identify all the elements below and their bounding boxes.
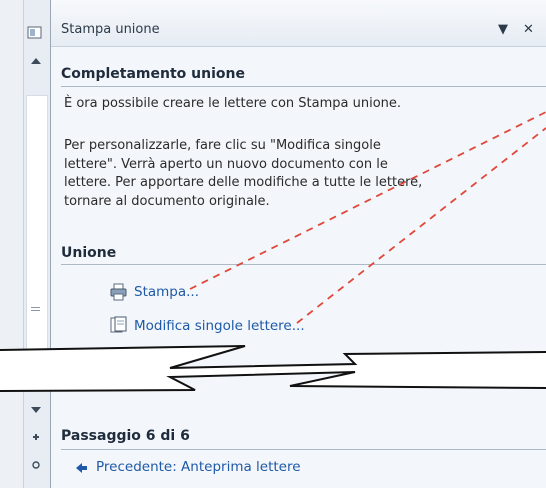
- completion-paragraph-line: tornare al documento originale.: [64, 193, 270, 209]
- completion-line1: È ora possibile creare le lettere con St…: [64, 96, 402, 111]
- previous-step-link[interactable]: Precedente: Anteprima lettere: [96, 459, 301, 475]
- pane-title: Stampa unione: [61, 22, 160, 37]
- completion-paragraph-line: Per personalizzarle, fare clic su "Modif…: [64, 138, 381, 153]
- printer-icon[interactable]: [109, 283, 129, 305]
- ruler-plus-icon[interactable]: [31, 432, 41, 444]
- mail-merge-task-pane: Stampa unione ▼ ✕ Completamento unione È…: [50, 0, 546, 488]
- step-divider: [61, 449, 546, 450]
- ruler-margin-area: [26, 95, 48, 357]
- merge-heading: Unione: [61, 245, 117, 261]
- completion-divider: [61, 86, 546, 87]
- ruler-circle-icon[interactable]: [31, 460, 41, 472]
- pane-title-bar: Stampa unione ▼ ✕: [51, 0, 546, 47]
- pane-close-button[interactable]: ✕: [523, 22, 534, 37]
- merge-divider: [61, 264, 546, 265]
- ruler-up-arrow-icon[interactable]: [30, 55, 42, 67]
- image-break-marker: [0, 328, 546, 408]
- vertical-ruler: [0, 0, 52, 488]
- completion-paragraph-line: lettere. Per apportare delle modifiche a…: [64, 175, 423, 190]
- taskpane-icon[interactable]: [27, 26, 43, 42]
- ruler-marker-icon: [30, 305, 42, 316]
- pane-options-dropdown[interactable]: ▼: [498, 22, 508, 37]
- print-link[interactable]: Stampa...: [134, 284, 199, 300]
- arrow-left-icon[interactable]: [75, 459, 89, 478]
- completion-heading: Completamento unione: [61, 66, 245, 82]
- completion-paragraph-line: lettere". Verrà aperto un nuovo document…: [64, 156, 388, 172]
- step-heading: Passaggio 6 di 6: [61, 428, 190, 444]
- completion-paragraph: Per personalizzarle, fare clic su "Modif…: [64, 137, 519, 211]
